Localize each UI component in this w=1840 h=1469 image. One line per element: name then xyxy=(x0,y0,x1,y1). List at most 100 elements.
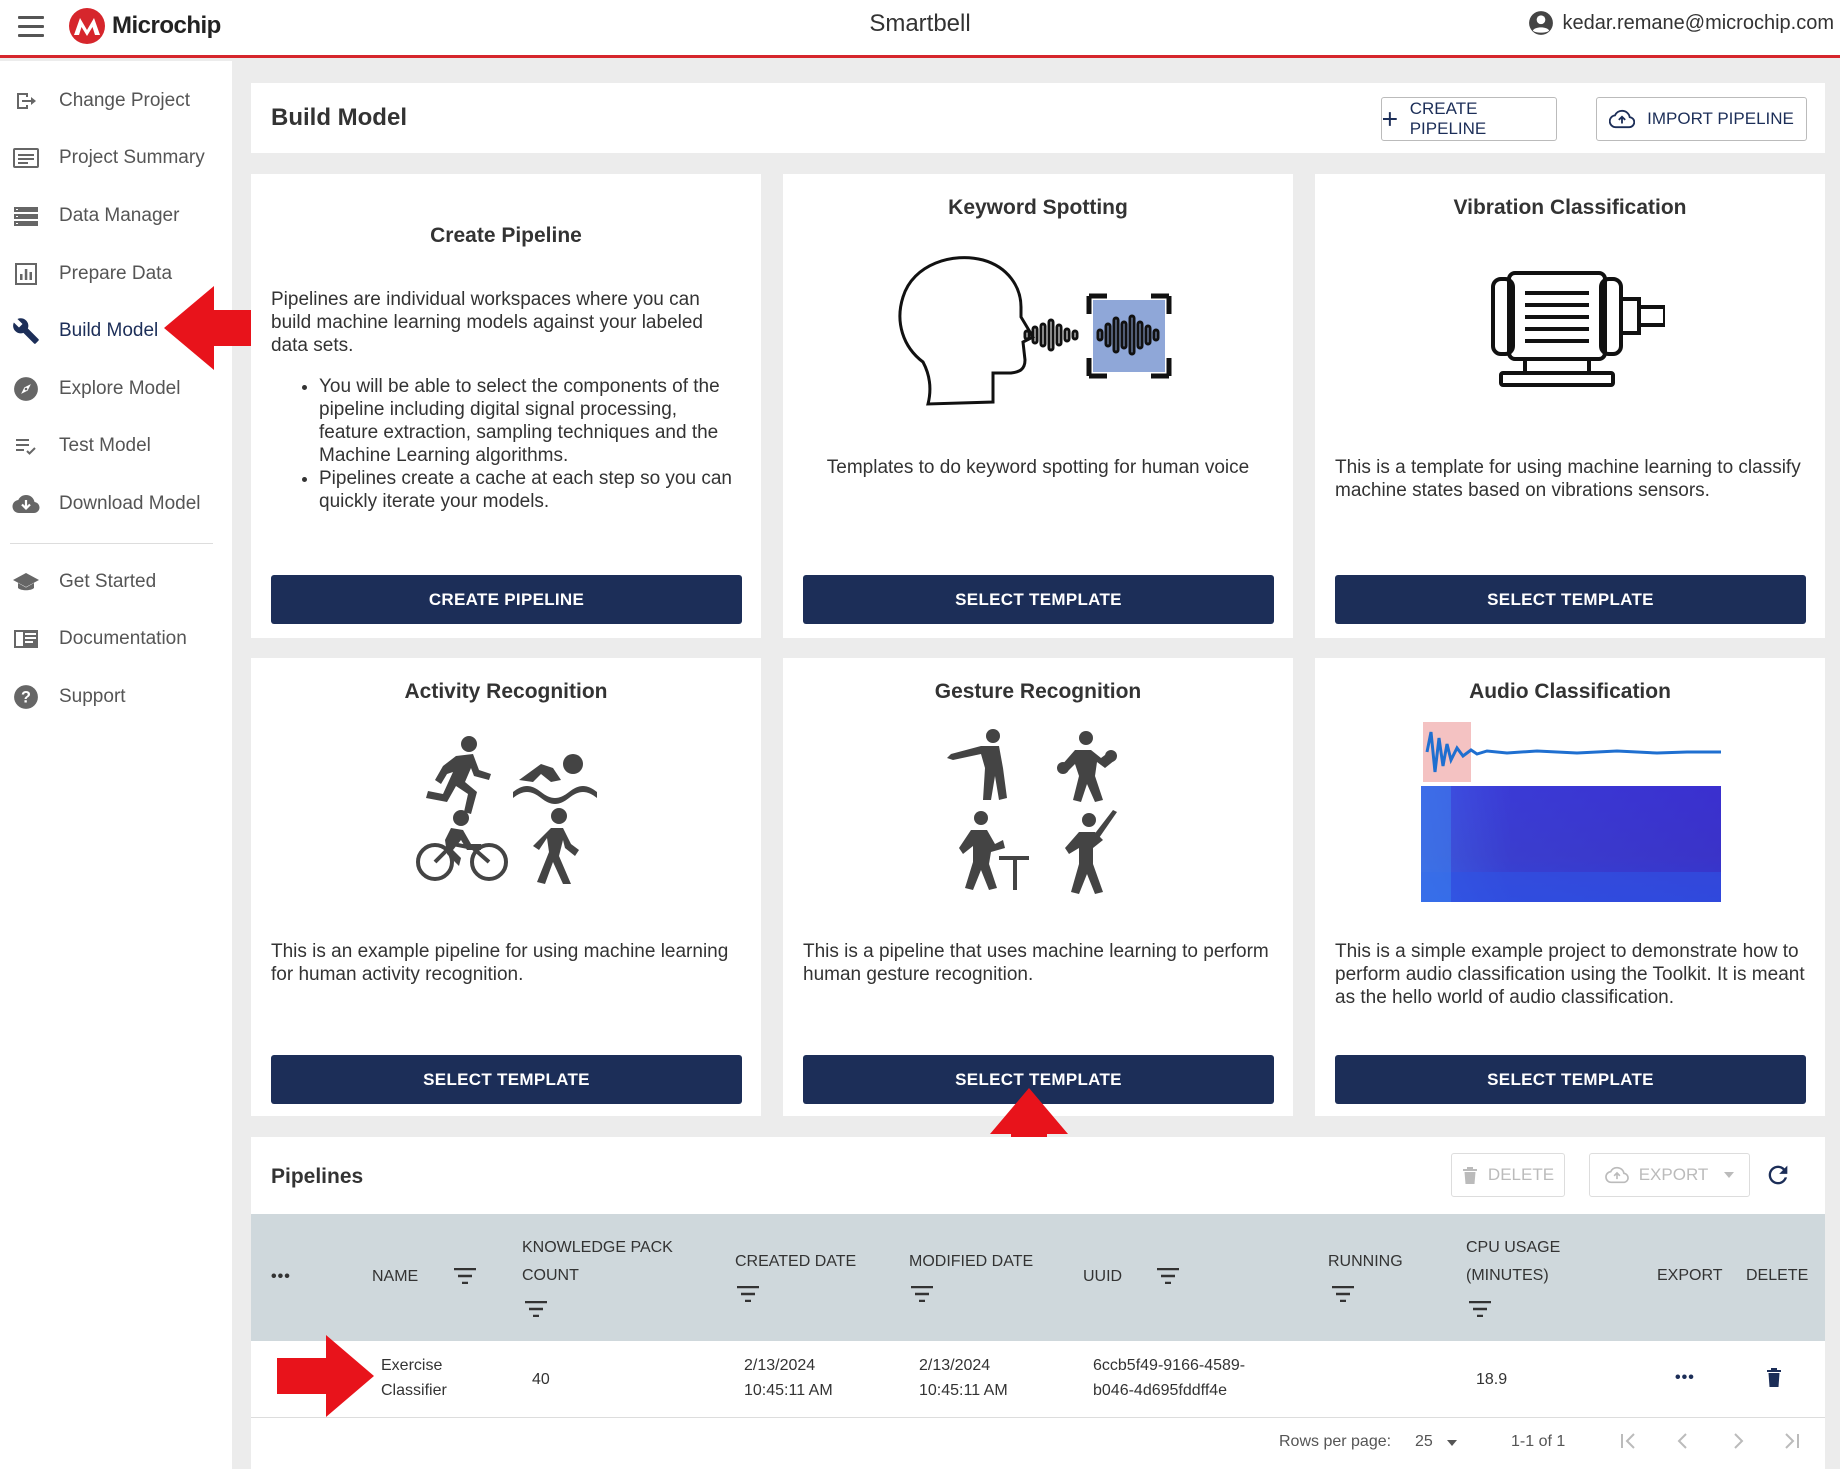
delete-pipelines-button[interactable]: DELETE xyxy=(1451,1153,1565,1197)
svg-text:?: ? xyxy=(21,688,31,706)
card-intro: Pipelines are individual workspaces wher… xyxy=(271,289,703,356)
pipelines-panel: Pipelines DELETE EXPORT ••• NAME KNOWLED… xyxy=(251,1137,1825,1469)
compass-icon xyxy=(12,375,40,403)
next-page-icon[interactable] xyxy=(1726,1429,1750,1453)
caret-down-icon xyxy=(1724,1172,1735,1178)
card-create-pipeline: Create Pipeline Pipelines are individual… xyxy=(251,174,761,638)
user-email: kedar.remane@microchip.com xyxy=(1562,11,1834,34)
select-template-button[interactable]: SELECT TEMPLATE xyxy=(271,1055,742,1104)
cloud-upload-icon xyxy=(1609,109,1636,129)
rows-per-page-value: 25 xyxy=(1415,1433,1433,1450)
card-title: Create Pipeline xyxy=(430,224,582,247)
sidebar-divider xyxy=(10,543,213,544)
filter-icon[interactable] xyxy=(1157,1268,1179,1284)
column-header-export: EXPORT xyxy=(1657,1267,1723,1284)
filter-icon[interactable] xyxy=(737,1286,759,1302)
sidebar-item-download-model[interactable]: Download Model xyxy=(0,480,232,528)
prepare-data-icon xyxy=(12,260,40,288)
card-vibration-classification: Vibration Classification This is a templ… xyxy=(1315,174,1825,638)
sidebar-item-documentation[interactable]: Documentation xyxy=(0,615,232,663)
refresh-icon[interactable] xyxy=(1764,1161,1792,1189)
column-header-uuid[interactable]: UUID xyxy=(1083,1263,1122,1291)
select-template-button[interactable]: SELECT TEMPLATE xyxy=(803,575,1274,624)
documentation-icon xyxy=(12,625,40,653)
card-gesture-recognition: Gesture Recognition This is a pipeline t… xyxy=(783,658,1293,1116)
trash-icon xyxy=(1462,1167,1477,1184)
created-date-line1: 2/13/2024 xyxy=(744,1357,816,1374)
column-header-delete: DELETE xyxy=(1746,1267,1809,1284)
sidebar-item-change-project[interactable]: Change Project xyxy=(0,77,232,125)
sidebar-item-project-summary[interactable]: Project Summary xyxy=(0,134,232,182)
motor-illustration xyxy=(1491,271,1665,387)
card-description: Templates to do keyword spotting for hum… xyxy=(826,457,1250,478)
annotation-arrow-left xyxy=(164,286,264,370)
pipeline-name-line1: Exercise xyxy=(381,1357,443,1374)
pipeline-kp-count: 40 xyxy=(532,1371,550,1388)
sidebar: Change Project Project Summary Data Mana… xyxy=(0,61,232,1469)
audio-waveform-spectrogram-illustration xyxy=(1421,722,1721,902)
card-title: Keyword Spotting xyxy=(948,196,1128,219)
pipeline-created-date: 2/13/2024 10:45:11 AM xyxy=(744,1353,833,1403)
delete-row-icon[interactable] xyxy=(1766,1367,1782,1387)
select-template-button[interactable]: SELECT TEMPLATE xyxy=(1335,575,1806,624)
sidebar-item-label: Get Started xyxy=(59,571,157,592)
select-template-button[interactable]: SELECT TEMPLATE xyxy=(1335,1055,1806,1104)
column-options-button[interactable]: ••• xyxy=(271,1263,291,1291)
previous-page-icon[interactable] xyxy=(1671,1429,1695,1453)
card-activity-recognition: Activity Recognition This is an example … xyxy=(251,658,761,1116)
pipeline-name-line2: Classifier xyxy=(381,1382,447,1399)
sidebar-item-test-model[interactable]: Test Model xyxy=(0,422,232,470)
last-page-icon[interactable] xyxy=(1780,1429,1804,1453)
sidebar-item-explore-model[interactable]: Explore Model xyxy=(0,365,232,413)
filter-icon[interactable] xyxy=(1469,1301,1491,1317)
pipeline-name[interactable]: Exercise Classifier xyxy=(381,1353,447,1403)
export-row-button[interactable]: ••• xyxy=(1675,1365,1695,1390)
created-date-line2: 10:45:11 AM xyxy=(744,1382,833,1399)
column-header-created-date[interactable]: CREATED DATE xyxy=(735,1248,856,1276)
column-header-name[interactable]: NAME xyxy=(372,1263,418,1291)
sidebar-item-data-manager[interactable]: Data Manager xyxy=(0,192,232,240)
create-pipeline-header-button[interactable]: CREATE PIPELINE xyxy=(1381,97,1557,141)
column-header-cpu-usage[interactable]: CPU USAGE (MINUTES) xyxy=(1466,1234,1560,1290)
column-header-cpu-line1: CPU USAGE xyxy=(1466,1239,1561,1256)
delete-pipelines-label: DELETE xyxy=(1487,1165,1555,1184)
filter-icon[interactable] xyxy=(525,1301,547,1317)
annotation-arrow-right xyxy=(277,1335,374,1417)
cloud-download-icon xyxy=(12,490,40,518)
sidebar-item-label: Explore Model xyxy=(59,378,181,399)
rows-per-page-label: Rows per page: xyxy=(1279,1433,1392,1450)
card-title: Gesture Recognition xyxy=(934,680,1142,703)
sidebar-item-get-started[interactable]: Get Started xyxy=(0,558,232,606)
caret-down-icon xyxy=(1447,1440,1458,1446)
help-icon: ? xyxy=(12,683,40,711)
filter-icon[interactable] xyxy=(911,1286,933,1302)
filter-icon[interactable] xyxy=(454,1268,476,1284)
card-description: This is a pipeline that uses machine lea… xyxy=(803,941,1269,985)
uuid-line2: b046-4d695fddff4e xyxy=(1093,1382,1228,1399)
pipelines-title: Pipelines xyxy=(271,1165,364,1188)
column-header-kp-count-line2: COUNT xyxy=(522,1267,579,1284)
column-header-kp-count[interactable]: KNOWLEDGE PACK COUNT xyxy=(522,1234,673,1290)
column-header-running[interactable]: RUNNING xyxy=(1328,1248,1403,1276)
test-model-icon xyxy=(12,432,40,460)
page-title: Build Model xyxy=(271,104,407,131)
sidebar-item-label: Prepare Data xyxy=(59,263,173,284)
sidebar-item-support[interactable]: ? Support xyxy=(0,673,232,721)
plus-icon xyxy=(1382,112,1397,126)
first-page-icon[interactable] xyxy=(1616,1429,1640,1453)
page-header: Build Model CREATE PIPELINE IMPORT PIPEL… xyxy=(251,83,1825,153)
filter-icon[interactable] xyxy=(1332,1286,1354,1302)
import-pipeline-label: IMPORT PIPELINE xyxy=(1647,109,1794,128)
column-header-modified-date[interactable]: MODIFIED DATE xyxy=(909,1248,1033,1276)
card-bullet-list: You will be able to select the component… xyxy=(319,375,741,513)
import-pipeline-button[interactable]: IMPORT PIPELINE xyxy=(1596,97,1807,141)
column-header-kp-count-line1: KNOWLEDGE PACK xyxy=(522,1239,673,1256)
card-audio-classification: Audio Classification This is a simple ex… xyxy=(1315,658,1825,1116)
card-bullet: You will be able to select the component… xyxy=(319,375,741,467)
table-row[interactable]: Exercise Classifier 40 2/13/2024 10:45:1… xyxy=(251,1341,1825,1418)
export-pipelines-button[interactable]: EXPORT xyxy=(1589,1153,1750,1197)
rows-per-page-select[interactable]: 25 xyxy=(1415,1433,1458,1451)
user-menu[interactable]: kedar.remane@microchip.com xyxy=(1528,10,1834,36)
card-title: Audio Classification xyxy=(1469,680,1671,703)
create-pipeline-button[interactable]: CREATE PIPELINE xyxy=(271,575,742,624)
